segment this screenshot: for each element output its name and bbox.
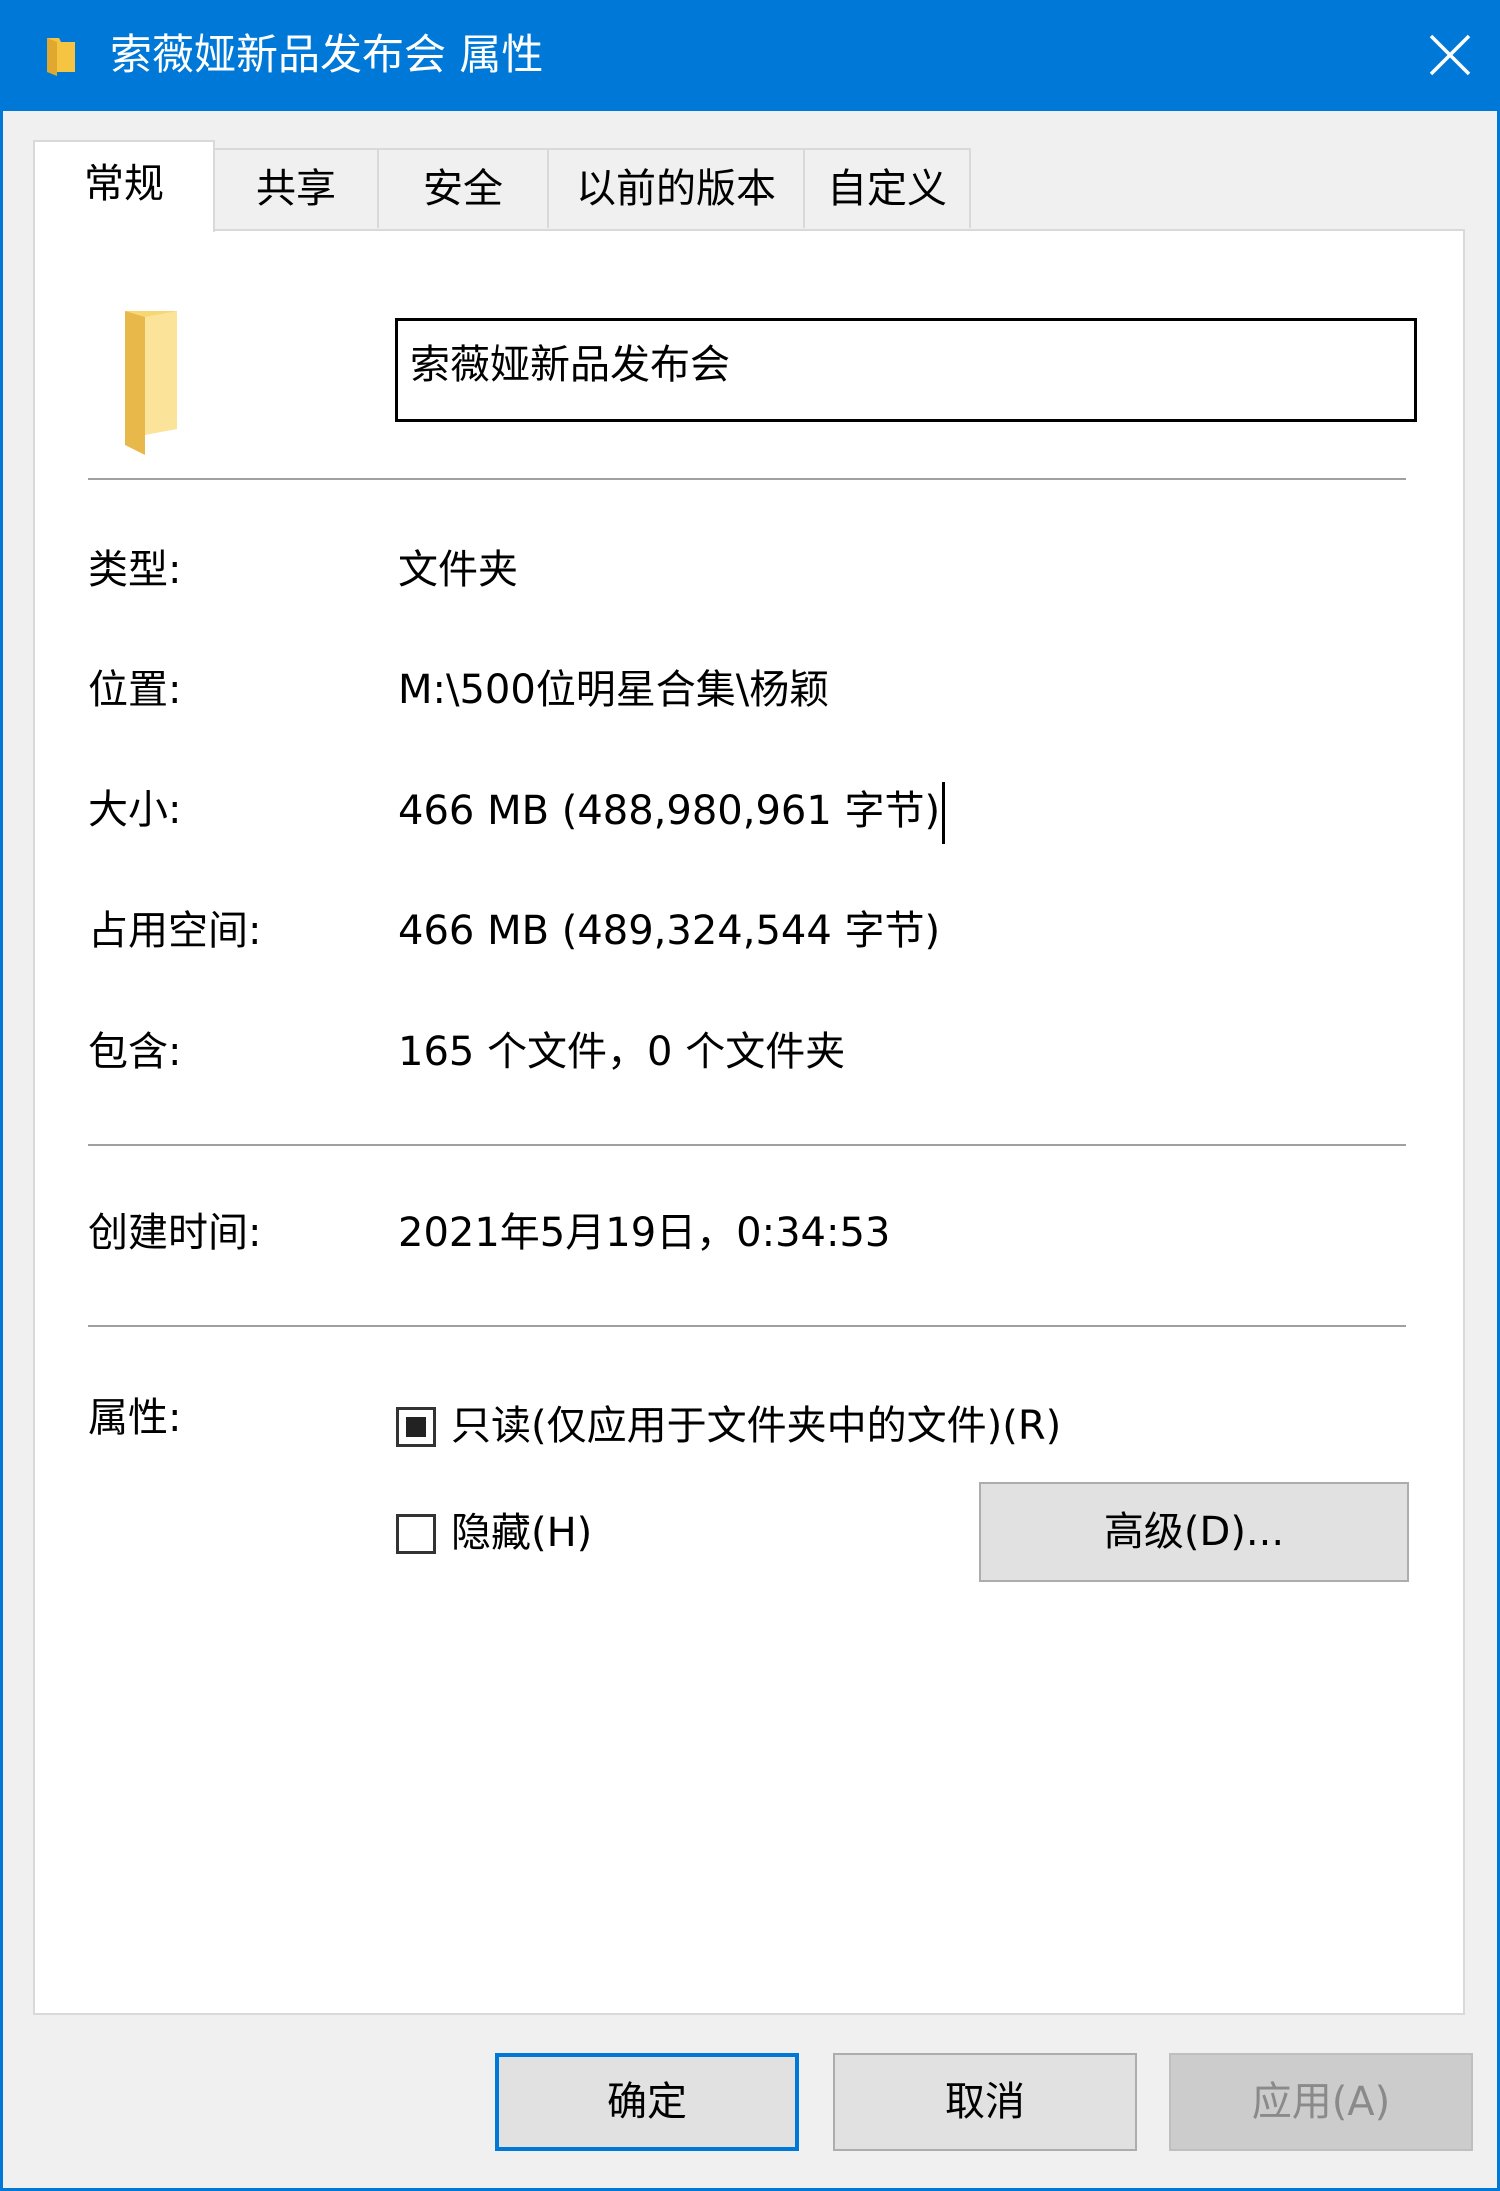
folder-icon (47, 38, 75, 76)
tab-sharing[interactable]: 共享 (213, 148, 379, 228)
contains-label: 包含: (88, 1029, 182, 1075)
properties-dialog: 索薇娅新品发布会 属性 常规 共享 安全 以前的版本 自定义 索薇娅新品发布会 … (0, 0, 1500, 2191)
text-caret (942, 782, 946, 844)
size-value: 466 MB (488,980,961 字节) (398, 788, 941, 834)
window-title: 索薇娅新品发布会 属性 (110, 30, 544, 79)
close-icon (1429, 34, 1471, 76)
close-button[interactable] (1399, 0, 1500, 111)
attributes-label: 属性: (88, 1395, 182, 1441)
ok-button[interactable]: 确定 (495, 2053, 799, 2151)
type-label: 类型: (88, 547, 182, 593)
hidden-checkbox[interactable] (396, 1514, 436, 1554)
location-label: 位置: (88, 667, 182, 713)
general-tab-panel (33, 229, 1465, 2015)
size-value-row: 466 MB (488,980,961 字节) (398, 782, 946, 844)
tab-previous-versions[interactable]: 以前的版本 (547, 148, 805, 228)
readonly-checkbox[interactable] (396, 1407, 436, 1447)
location-value: M:\500位明星合集\杨颖 (398, 667, 830, 713)
separator (88, 1144, 1406, 1146)
folder-icon (125, 311, 177, 455)
advanced-button[interactable]: 高级(D)... (979, 1482, 1409, 1582)
size-on-disk-value: 466 MB (489,324,544 字节) (398, 908, 941, 954)
separator (88, 478, 1406, 480)
created-label: 创建时间: (88, 1210, 262, 1256)
hidden-checkbox-label[interactable]: 隐藏(H) (451, 1505, 592, 1561)
tab-security[interactable]: 安全 (377, 148, 549, 228)
cancel-button[interactable]: 取消 (833, 2053, 1137, 2151)
tab-customize[interactable]: 自定义 (803, 148, 971, 228)
apply-button[interactable]: 应用(A) (1169, 2053, 1473, 2151)
type-value: 文件夹 (398, 547, 518, 593)
tab-general[interactable]: 常规 (33, 140, 215, 232)
size-label: 大小: (88, 787, 182, 833)
title-bar[interactable]: 索薇娅新品发布会 属性 (3, 0, 1500, 111)
readonly-checkbox-label[interactable]: 只读(仅应用于文件夹中的文件)(R) (451, 1398, 1061, 1454)
contains-value: 165 个文件，0 个文件夹 (398, 1029, 846, 1075)
separator (88, 1325, 1406, 1327)
folder-name-input[interactable]: 索薇娅新品发布会 (395, 318, 1417, 422)
size-on-disk-label: 占用空间: (88, 908, 262, 954)
created-value: 2021年5月19日，0:34:53 (398, 1210, 891, 1256)
indeterminate-mark (406, 1417, 426, 1437)
